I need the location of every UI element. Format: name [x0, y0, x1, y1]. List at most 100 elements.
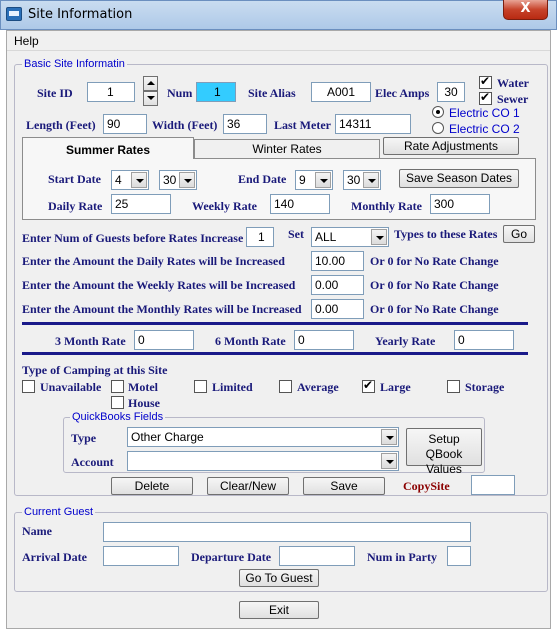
last-meter-input[interactable]: 14311	[335, 114, 411, 134]
menu-bar: Help	[7, 31, 550, 51]
start-day-select[interactable]: 30	[159, 170, 197, 190]
site-id-down-arrow-icon[interactable]	[143, 91, 158, 106]
sewer-label: Sewer	[497, 92, 529, 106]
large-checkbox[interactable]	[362, 378, 375, 393]
electric-co1-label: Electric CO 1	[449, 106, 520, 120]
qb-account-select[interactable]	[127, 451, 399, 471]
sewer-checkbox[interactable]	[479, 90, 492, 105]
basic-info-legend: Basic Site Informatin	[22, 58, 127, 70]
save-button[interactable]: Save	[303, 477, 385, 495]
num-label: Num	[167, 86, 193, 100]
copy-site-input[interactable]	[471, 475, 515, 495]
weekly-rate-label: Weekly Rate	[192, 199, 257, 213]
weekly-increase-input[interactable]: 0.00	[311, 275, 364, 295]
menu-help[interactable]: Help	[14, 34, 39, 48]
close-button[interactable]: X	[503, 0, 548, 20]
daily-no-change-note: Or 0 for No Rate Change	[370, 254, 499, 268]
three-month-rate-input[interactable]: 0	[134, 330, 194, 350]
length-label: Length (Feet)	[26, 118, 96, 132]
electric-co1-radio[interactable]	[432, 106, 444, 118]
yearly-rate-label: Yearly Rate	[375, 334, 436, 348]
end-date-label: End Date	[238, 172, 287, 186]
motel-checkbox[interactable]	[111, 380, 124, 393]
length-input[interactable]: 90	[103, 114, 147, 134]
set-type-select[interactable]: ALL	[311, 227, 389, 247]
chevron-down-icon	[315, 172, 331, 188]
guest-name-input[interactable]	[103, 522, 471, 542]
end-day-select[interactable]: 30	[343, 170, 381, 190]
limited-checkbox[interactable]	[194, 380, 207, 393]
save-season-dates-button[interactable]: Save Season Dates	[399, 169, 519, 188]
go-to-guest-button[interactable]: Go To Guest	[239, 569, 319, 587]
rate-adjustments-button[interactable]: Rate Adjustments	[383, 137, 519, 155]
tab-summer-rates[interactable]: Summer Rates	[22, 137, 194, 159]
weekly-no-change-note: Or 0 for No Rate Change	[370, 278, 499, 292]
copy-site-label: CopySite	[403, 479, 450, 493]
current-guest-legend: Current Guest	[22, 506, 96, 518]
site-alias-input[interactable]: A001	[311, 82, 371, 102]
unavailable-checkbox[interactable]	[22, 380, 35, 393]
tab-winter-rates[interactable]: Winter Rates	[194, 139, 380, 158]
site-id-input[interactable]: 1	[87, 82, 135, 102]
arrival-date-label: Arrival Date	[22, 550, 87, 564]
unavailable-label: Unavailable	[40, 380, 102, 394]
num-input[interactable]: 1	[196, 82, 236, 102]
electric-co2-radio[interactable]	[432, 122, 444, 134]
guest-name-label: Name	[22, 524, 52, 538]
water-checkbox[interactable]	[479, 74, 492, 89]
chevron-down-icon	[179, 172, 195, 188]
limited-label: Limited	[212, 380, 253, 394]
departure-date-input[interactable]	[279, 546, 355, 566]
arrival-date-input[interactable]	[103, 546, 179, 566]
monthly-rate-input[interactable]: 300	[430, 194, 490, 214]
six-month-rate-input[interactable]: 0	[294, 330, 354, 350]
chevron-down-icon	[131, 172, 147, 188]
guests-before-increase-label: Enter Num of Guests before Rates Increas…	[22, 231, 244, 245]
app-icon	[6, 7, 22, 21]
three-month-rate-label: 3 Month Rate	[55, 334, 126, 348]
house-label: House	[128, 396, 161, 410]
average-checkbox[interactable]	[279, 380, 292, 393]
camping-type-title: Type of Camping at this Site	[22, 363, 168, 377]
site-alias-label: Site Alias	[248, 86, 296, 100]
chevron-down-icon	[363, 172, 379, 188]
qb-type-select[interactable]: Other Charge	[127, 427, 399, 447]
large-label: Large	[380, 380, 411, 394]
weekly-increase-label: Enter the Amount the Weekly Rates will b…	[22, 278, 296, 292]
daily-rate-label: Daily Rate	[48, 199, 103, 213]
quickbooks-legend: QuickBooks Fields	[70, 411, 166, 423]
clear-new-button[interactable]: Clear/New	[207, 477, 289, 495]
end-month-select[interactable]: 9	[295, 170, 333, 190]
monthly-rate-label: Monthly Rate	[351, 199, 422, 213]
average-label: Average	[297, 380, 339, 394]
daily-increase-input[interactable]: 10.00	[311, 251, 364, 271]
width-input[interactable]: 36	[223, 114, 267, 134]
elec-amps-label: Elec Amps	[375, 86, 430, 100]
site-id-label: Site ID	[37, 86, 73, 100]
width-label: Width (Feet)	[152, 118, 218, 132]
section-divider	[22, 322, 528, 325]
weekly-rate-input[interactable]: 140	[270, 194, 330, 214]
start-month-select[interactable]: 4	[111, 170, 149, 190]
departure-date-label: Departure Date	[191, 550, 272, 564]
elec-amps-input[interactable]: 30	[437, 82, 465, 102]
storage-checkbox[interactable]	[447, 380, 460, 393]
delete-button[interactable]: Delete	[111, 477, 193, 495]
storage-label: Storage	[465, 380, 505, 394]
exit-button[interactable]: Exit	[239, 601, 319, 619]
last-meter-label: Last Meter	[274, 118, 331, 132]
go-button[interactable]: Go	[503, 225, 535, 243]
num-in-party-input[interactable]	[447, 546, 471, 566]
setup-qbook-values-button[interactable]: Setup QBook Values	[406, 428, 482, 476]
start-date-label: Start Date	[48, 172, 101, 186]
chevron-down-icon	[371, 229, 387, 245]
guests-before-increase-input[interactable]: 1	[246, 227, 274, 247]
site-id-up-arrow-icon[interactable]	[143, 76, 158, 91]
daily-rate-input[interactable]: 25	[111, 194, 171, 214]
house-checkbox[interactable]	[111, 396, 124, 409]
qb-type-label: Type	[71, 431, 97, 445]
monthly-increase-input[interactable]: 0.00	[311, 299, 364, 319]
six-month-rate-label: 6 Month Rate	[215, 334, 286, 348]
yearly-rate-input[interactable]: 0	[454, 330, 514, 350]
num-in-party-label: Num in Party	[367, 550, 437, 564]
